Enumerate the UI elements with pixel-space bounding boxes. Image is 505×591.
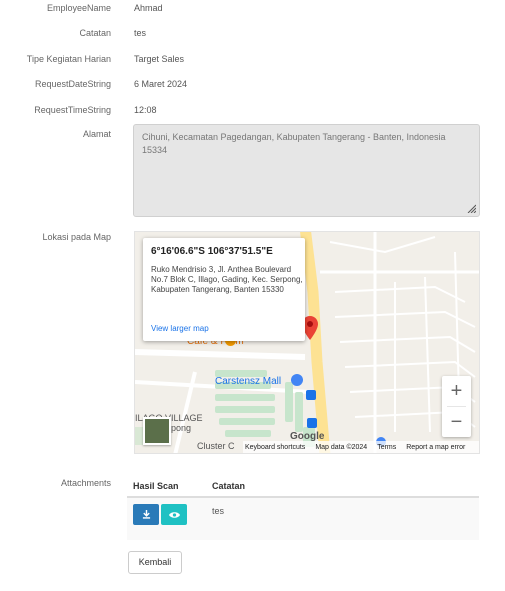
column-header-catatan: Catatan — [212, 481, 246, 491]
back-button[interactable]: Kembali — [128, 551, 182, 574]
table-row: tes — [127, 498, 479, 540]
street-view-thumbnail[interactable] — [143, 417, 171, 445]
map-data-text: Map data ©2024 — [315, 443, 368, 451]
map-coords: 6°16'06.6"S 106°37'51.5"E — [151, 246, 273, 257]
transit-icon — [307, 418, 317, 428]
view-larger-map-link[interactable]: View larger map — [151, 324, 209, 333]
map-address: Ruko Mendrisio 3, Jl. Anthea Boulevard N… — [151, 265, 303, 294]
field-value: tes — [134, 28, 147, 38]
map-label-cluster: Cluster C — [197, 441, 235, 451]
map-footer: Keyboard shortcuts Map data ©2024 Terms … — [243, 441, 479, 453]
alamat-text: Cihuni, Kecamatan Pagedangan, Kabupaten … — [142, 132, 446, 155]
download-button[interactable] — [133, 504, 159, 525]
field-value: 12:08 — [134, 105, 157, 115]
transit-icon — [306, 390, 316, 400]
zoom-out-button[interactable]: − — [442, 407, 471, 437]
field-label: Catatan — [79, 28, 111, 38]
keyboard-shortcuts-link[interactable]: Keyboard shortcuts — [245, 444, 305, 451]
attachments-table: Hasil Scan Catatan tes — [127, 476, 479, 540]
field-value: Target Sales — [134, 54, 185, 64]
field-value: 6 Maret 2024 — [134, 79, 188, 89]
alamat-label: Alamat — [82, 129, 111, 139]
column-header-hasil-scan: Hasil Scan — [133, 481, 179, 491]
view-button[interactable] — [161, 504, 187, 525]
field-label: EmployeeName — [46, 3, 111, 13]
map-label-mall: Carstensz Mall — [215, 376, 282, 387]
resize-grip-icon[interactable] — [466, 203, 476, 213]
mall-pin-icon — [291, 374, 303, 386]
attachment-catatan: tes — [212, 506, 225, 516]
google-map[interactable]: Cafe & Farm Carstensz Mall ILAGO VILLAGE… — [134, 231, 480, 454]
map-label: Lokasi pada Map — [42, 232, 111, 242]
alamat-textarea[interactable]: Cihuni, Kecamatan Pagedangan, Kabupaten … — [133, 124, 480, 217]
zoom-in-button[interactable]: + — [442, 376, 471, 406]
field-label: RequestDateString — [34, 79, 111, 89]
terms-link[interactable]: Terms — [377, 444, 396, 451]
table-header: Hasil Scan Catatan — [127, 476, 479, 498]
field-value: Ahmad — [134, 3, 163, 13]
eye-icon — [168, 511, 180, 518]
map-info-window: 6°16'06.6"S 106°37'51.5"E Ruko Mendrisio… — [143, 238, 305, 341]
report-error-link[interactable]: Report a map error — [406, 444, 465, 451]
field-label: RequestTimeString — [34, 105, 111, 115]
attachments-label: Attachments — [60, 478, 111, 488]
zoom-control: + − — [442, 376, 471, 437]
download-icon — [142, 510, 150, 519]
field-label: Tipe Kegiatan Harian — [26, 54, 111, 64]
